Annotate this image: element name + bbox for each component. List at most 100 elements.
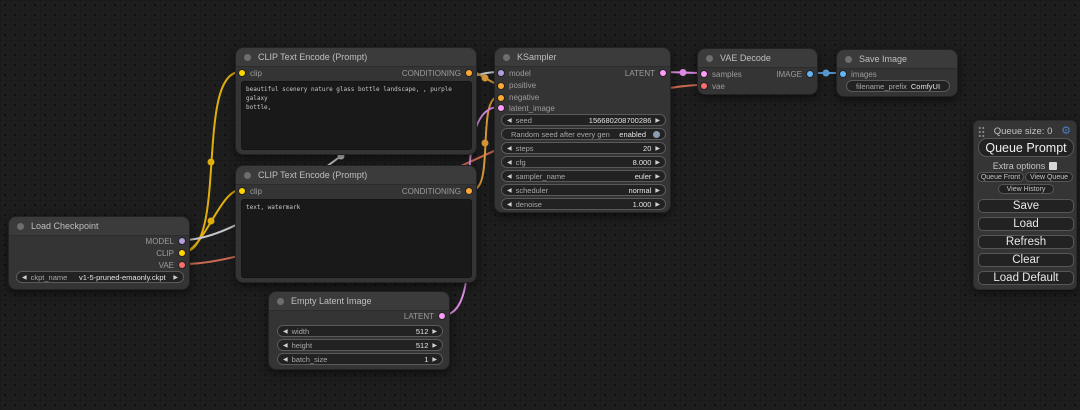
slot-dot-conditioning[interactable]	[466, 188, 472, 194]
increment-arrow-icon[interactable]: ▶	[655, 159, 660, 166]
output-slot-image[interactable]: IMAGE	[776, 68, 813, 80]
clear-button[interactable]: Clear	[978, 253, 1074, 267]
input-slot-positive[interactable]: positive	[498, 80, 536, 92]
output-slot-conditioning[interactable]: CONDITIONING	[402, 185, 472, 197]
node-title-bar[interactable]: Load Checkpoint	[9, 217, 189, 236]
steps-widget[interactable]: ◀ steps 20 ▶	[501, 142, 666, 154]
view-history-button[interactable]: View History	[998, 184, 1054, 194]
slot-dot-model[interactable]	[179, 238, 185, 244]
width-widget[interactable]: ◀ width 512 ▶	[277, 325, 443, 337]
increment-arrow-icon[interactable]: ▶	[432, 356, 437, 363]
positive-prompt-textarea[interactable]: beautiful scenery nature glass bottle la…	[241, 81, 472, 150]
gear-icon[interactable]: ⚙	[1061, 126, 1071, 137]
decrement-arrow-icon[interactable]: ◀	[22, 274, 27, 281]
queue-prompt-button[interactable]: Queue Prompt	[978, 138, 1074, 157]
scheduler-widget[interactable]: ◀ scheduler normal ▶	[501, 184, 666, 196]
node-vae-decode[interactable]: VAE Decode samples vae IMAGE	[697, 48, 818, 95]
increment-arrow-icon[interactable]: ▶	[655, 201, 660, 208]
input-slot-images[interactable]: images	[840, 68, 877, 80]
slot-dot-clip[interactable]	[239, 70, 245, 76]
decrement-arrow-icon[interactable]: ◀	[507, 117, 512, 124]
input-slot-model[interactable]: model	[498, 67, 531, 79]
extra-options-checkbox[interactable]	[1049, 162, 1057, 170]
decrement-arrow-icon[interactable]: ◀	[283, 356, 288, 363]
increment-arrow-icon[interactable]: ▶	[432, 328, 437, 335]
decrement-arrow-icon[interactable]: ◀	[507, 159, 512, 166]
sampler-name-widget[interactable]: ◀ sampler_name euler ▶	[501, 170, 666, 182]
increment-arrow-icon[interactable]: ▶	[655, 187, 660, 194]
filename-prefix-widget[interactable]: filename_prefix ComfyUI	[846, 80, 950, 92]
increment-arrow-icon[interactable]: ▶	[432, 342, 437, 349]
increment-arrow-icon[interactable]: ▶	[655, 173, 660, 180]
decrement-arrow-icon[interactable]: ◀	[283, 342, 288, 349]
slot-dot-clip[interactable]	[179, 250, 185, 256]
input-slot-samples[interactable]: samples	[701, 68, 742, 80]
collapse-dot-icon[interactable]	[503, 54, 510, 61]
input-slot-clip[interactable]: clip	[239, 185, 262, 197]
input-slot-latent-image[interactable]: latent_image	[498, 102, 555, 114]
load-default-button[interactable]: Load Default	[978, 271, 1074, 285]
increment-arrow-icon[interactable]: ▶	[655, 117, 660, 124]
increment-arrow-icon[interactable]: ▶	[173, 274, 178, 281]
height-widget[interactable]: ◀ height 512 ▶	[277, 339, 443, 351]
node-save-image[interactable]: Save Image images filename_prefix ComfyU…	[836, 49, 958, 97]
node-ksampler[interactable]: KSampler model positive negative latent_…	[494, 47, 671, 213]
view-queue-button[interactable]: View Queue	[1025, 172, 1073, 182]
node-clip-text-encode-positive[interactable]: CLIP Text Encode (Prompt) clip CONDITION…	[235, 47, 477, 155]
seed-widget[interactable]: ◀ seed 156680208700286 ▶	[501, 114, 666, 126]
cfg-widget[interactable]: ◀ cfg 8.000 ▶	[501, 156, 666, 168]
slot-dot-conditioning[interactable]	[498, 95, 504, 101]
node-title-bar[interactable]: KSampler	[495, 48, 670, 67]
input-slot-clip[interactable]: clip	[239, 67, 262, 79]
output-slot-model[interactable]: MODEL	[146, 235, 185, 247]
output-slot-vae[interactable]: VAE	[159, 259, 185, 271]
toggle-circle-icon[interactable]	[653, 131, 660, 138]
output-slot-conditioning[interactable]: CONDITIONING	[402, 67, 472, 79]
node-clip-text-encode-negative[interactable]: CLIP Text Encode (Prompt) clip CONDITION…	[235, 165, 477, 283]
node-title-bar[interactable]: CLIP Text Encode (Prompt)	[236, 166, 476, 185]
ckpt-name-widget[interactable]: ◀ ckpt_name v1-5-pruned-emaonly.ckpt ▶	[16, 271, 184, 283]
decrement-arrow-icon[interactable]: ◀	[507, 173, 512, 180]
batch-size-widget[interactable]: ◀ batch_size 1 ▶	[277, 353, 443, 365]
output-slot-latent[interactable]: LATENT	[625, 67, 666, 79]
decrement-arrow-icon[interactable]: ◀	[507, 145, 512, 152]
node-load-checkpoint[interactable]: Load Checkpoint MODEL CLIP VAE ◀ ckpt_na…	[8, 216, 190, 290]
load-button[interactable]: Load	[978, 217, 1074, 231]
collapse-dot-icon[interactable]	[845, 56, 852, 63]
node-title-bar[interactable]: Empty Latent Image	[269, 292, 449, 311]
slot-dot-latent[interactable]	[660, 70, 666, 76]
refresh-button[interactable]: Refresh	[978, 235, 1074, 249]
node-title-bar[interactable]: Save Image	[837, 50, 957, 69]
slot-dot-clip[interactable]	[239, 188, 245, 194]
decrement-arrow-icon[interactable]: ◀	[507, 201, 512, 208]
save-button[interactable]: Save	[978, 199, 1074, 213]
slot-dot-vae[interactable]	[701, 83, 707, 89]
decrement-arrow-icon[interactable]: ◀	[507, 187, 512, 194]
slot-dot-latent[interactable]	[439, 313, 445, 319]
output-slot-clip[interactable]: CLIP	[156, 247, 185, 259]
node-title-bar[interactable]: VAE Decode	[698, 49, 817, 68]
collapse-dot-icon[interactable]	[277, 298, 284, 305]
input-slot-vae[interactable]: vae	[701, 80, 725, 92]
slot-dot-conditioning[interactable]	[466, 70, 472, 76]
collapse-dot-icon[interactable]	[706, 55, 713, 62]
collapse-dot-icon[interactable]	[17, 223, 24, 230]
collapse-dot-icon[interactable]	[244, 54, 251, 61]
slot-dot-model[interactable]	[498, 70, 504, 76]
increment-arrow-icon[interactable]: ▶	[655, 145, 660, 152]
denoise-widget[interactable]: ◀ denoise 1.000 ▶	[501, 198, 666, 210]
slot-dot-image[interactable]	[807, 71, 813, 77]
collapse-dot-icon[interactable]	[244, 172, 251, 179]
slot-dot-conditioning[interactable]	[498, 83, 504, 89]
node-empty-latent-image[interactable]: Empty Latent Image LATENT ◀ width 512 ▶ …	[268, 291, 450, 370]
slot-dot-image[interactable]	[840, 71, 846, 77]
node-title-bar[interactable]: CLIP Text Encode (Prompt)	[236, 48, 476, 67]
negative-prompt-textarea[interactable]: text, watermark	[241, 199, 472, 278]
decrement-arrow-icon[interactable]: ◀	[283, 328, 288, 335]
random-seed-toggle[interactable]: Random seed after every gen enabled	[501, 128, 666, 140]
slot-dot-latent[interactable]	[498, 105, 504, 111]
slot-dot-vae[interactable]	[179, 262, 185, 268]
slot-dot-latent[interactable]	[701, 71, 707, 77]
drag-handle-icon[interactable]	[978, 126, 985, 137]
output-slot-latent[interactable]: LATENT	[404, 310, 445, 322]
